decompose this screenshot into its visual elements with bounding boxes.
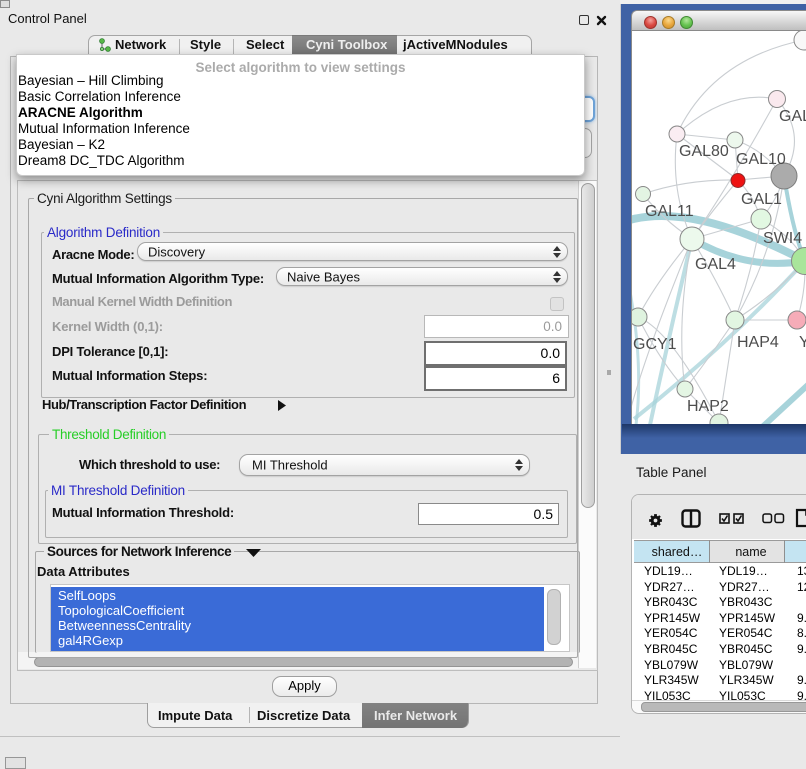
svg-text:YM: YM bbox=[799, 334, 806, 351]
svg-text:GCY1: GCY1 bbox=[633, 336, 677, 353]
svg-text:GAL1: GAL1 bbox=[741, 191, 782, 208]
svg-text:GAL80: GAL80 bbox=[679, 143, 729, 160]
svg-text:HAP2: HAP2 bbox=[687, 398, 729, 415]
svg-text:HAP4: HAP4 bbox=[737, 334, 779, 351]
svg-text:GAL10: GAL10 bbox=[736, 151, 786, 168]
svg-text:GAL4: GAL4 bbox=[695, 256, 736, 273]
svg-text:GAL11: GAL11 bbox=[645, 203, 694, 220]
svg-text:SWI4: SWI4 bbox=[763, 230, 802, 247]
svg-text:GAL2: GAL2 bbox=[779, 108, 806, 125]
